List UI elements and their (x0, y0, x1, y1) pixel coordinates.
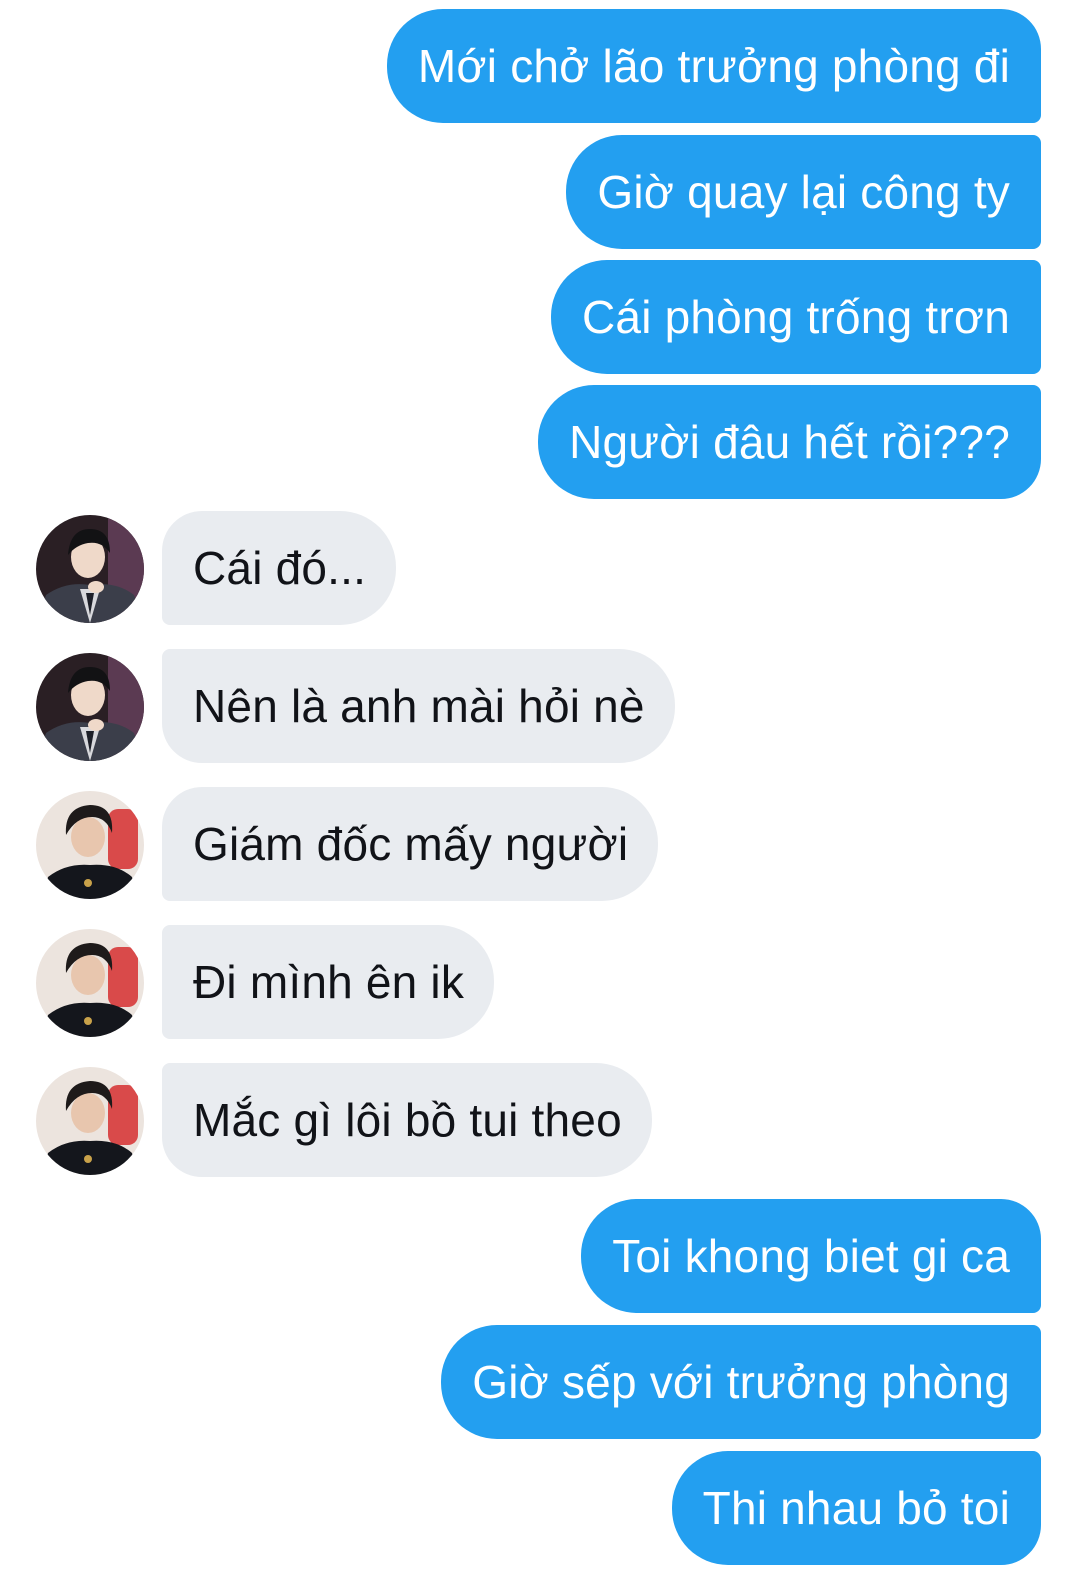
sent-message-bubble[interactable]: Người đâu hết rồi??? (538, 385, 1041, 499)
profile-photo-icon (36, 1067, 144, 1175)
contact-avatar[interactable] (36, 929, 144, 1037)
received-message-bubble[interactable]: Cái đó... (162, 511, 397, 625)
profile-photo-icon (36, 653, 144, 761)
sent-message-bubble[interactable]: Giờ sếp với trưởng phòng (441, 1325, 1041, 1439)
sent-message-bubble[interactable]: Giờ quay lại công ty (566, 135, 1041, 249)
sent-message-bubble[interactable]: Toi khong biet gi ca (581, 1199, 1041, 1313)
profile-photo-icon (36, 515, 144, 623)
contact-avatar[interactable] (36, 653, 144, 761)
message-thread: Mới chở lão trưởng phòng đi Giờ quay lại… (0, 0, 1080, 1573)
contact-avatar[interactable] (36, 1067, 144, 1175)
sent-message-bubble[interactable]: Thi nhau bỏ toi (671, 1451, 1041, 1565)
received-message-bubble[interactable]: Mắc gì lôi bồ tui theo (162, 1063, 652, 1177)
profile-photo-icon (36, 929, 144, 1037)
contact-avatar[interactable] (36, 515, 144, 623)
sent-message-bubble[interactable]: Mới chở lão trưởng phòng đi (386, 9, 1041, 123)
received-message-bubble[interactable]: Đi mình ên ik (162, 925, 495, 1039)
contact-avatar[interactable] (36, 791, 144, 899)
received-message-bubble[interactable]: Nên là anh mài hỏi nè (162, 649, 675, 763)
sent-message-bubble[interactable]: Cái phòng trống trơn (551, 260, 1041, 374)
received-message-bubble[interactable]: Giám đốc mấy người (162, 787, 659, 901)
profile-photo-icon (36, 791, 144, 899)
